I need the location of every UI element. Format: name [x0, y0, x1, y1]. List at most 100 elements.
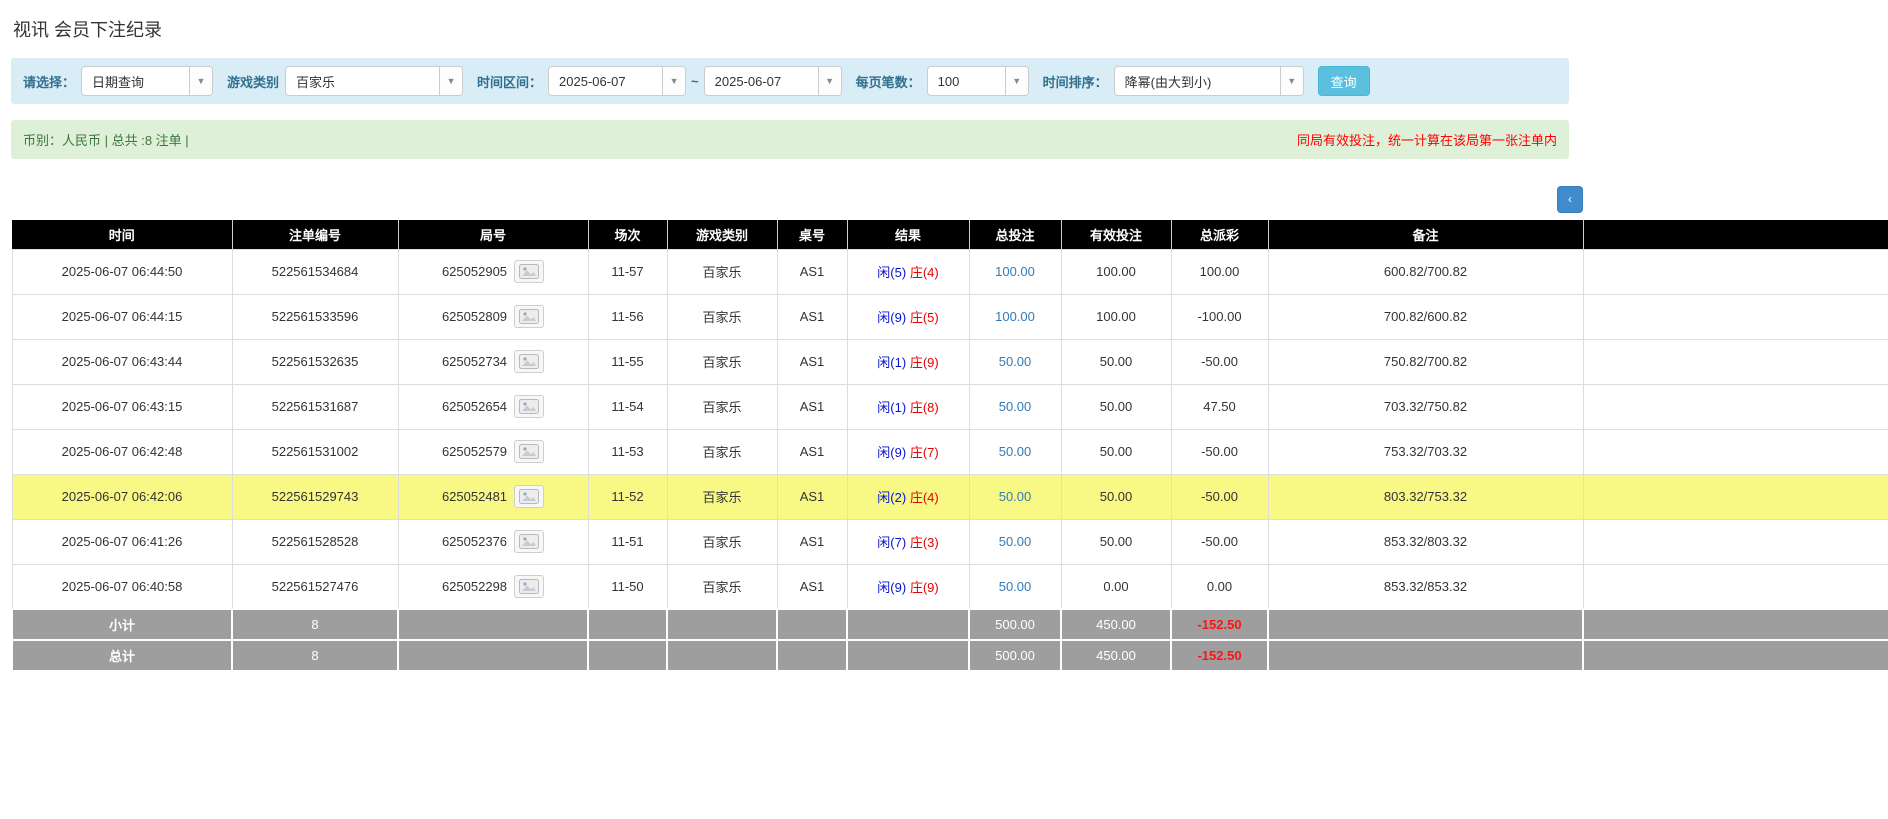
- sort-order-select[interactable]: 降幂(由大到小) ▼: [1114, 66, 1304, 96]
- round-wrap: 625052298: [442, 575, 544, 598]
- total-bet-link[interactable]: 50.00: [999, 399, 1032, 414]
- total-bet-link[interactable]: 50.00: [999, 444, 1032, 459]
- cell-valid-bet: 0.00: [1061, 564, 1171, 609]
- cell-time: 2025-06-07 06:43:15: [12, 384, 232, 429]
- subtotal-label: 小计: [12, 609, 232, 640]
- grand-total-empty: [667, 640, 777, 671]
- subtotal-empty: [667, 609, 777, 640]
- cell-note: 700.82/600.82: [1268, 294, 1583, 339]
- game-type-select[interactable]: 百家乐 ▼: [285, 66, 463, 96]
- round-detail-icon[interactable]: [514, 305, 544, 328]
- header-session: 场次: [588, 220, 667, 249]
- cell-game-type: 百家乐: [667, 564, 777, 609]
- cell-result: 闲(1) 庄(8): [847, 384, 969, 429]
- cell-bet-id: 522561532635: [232, 339, 398, 384]
- total-bet-link[interactable]: 50.00: [999, 354, 1032, 369]
- grand-total-row: 总计 8 500.00 450.00 -152.50: [12, 640, 1888, 671]
- grand-total-empty: [1583, 640, 1888, 671]
- cell-result: 闲(9) 庄(7): [847, 429, 969, 474]
- round-detail-icon[interactable]: [514, 350, 544, 373]
- search-button[interactable]: 查询: [1318, 66, 1370, 96]
- cell-note: 853.32/803.32: [1268, 519, 1583, 564]
- content-top: 请选择： 日期查询 ▼ 游戏类别 百家乐 ▼ 时间区间： 2025-06-07 …: [11, 58, 1569, 159]
- query-type-select[interactable]: 日期查询 ▼: [81, 66, 213, 96]
- cell-filler: [1583, 249, 1888, 294]
- pagination-prev-button[interactable]: ‹: [1557, 186, 1583, 213]
- cell-session: 11-51: [588, 519, 667, 564]
- cell-time: 2025-06-07 06:43:44: [12, 339, 232, 384]
- round-number: 625052376: [442, 534, 507, 549]
- round-detail-icon[interactable]: [514, 440, 544, 463]
- total-bet-link[interactable]: 100.00: [995, 264, 1035, 279]
- chevron-down-icon[interactable]: ▼: [439, 67, 462, 95]
- cell-note: 803.32/753.32: [1268, 474, 1583, 519]
- table-row: 2025-06-07 06:41:26522561528528625052376…: [12, 519, 1888, 564]
- cell-game-type: 百家乐: [667, 384, 777, 429]
- round-wrap: 625052579: [442, 440, 544, 463]
- cell-result: 闲(1) 庄(9): [847, 339, 969, 384]
- round-detail-icon[interactable]: [514, 485, 544, 508]
- header-valid-bet: 有效投注: [1061, 220, 1171, 249]
- game-type-label: 游戏类别: [227, 72, 279, 91]
- round-detail-icon[interactable]: [514, 395, 544, 418]
- cell-session: 11-52: [588, 474, 667, 519]
- result-banker: 庄(3): [910, 535, 939, 550]
- grand-total-empty: [847, 640, 969, 671]
- result-banker: 庄(5): [910, 310, 939, 325]
- result-banker: 庄(7): [910, 445, 939, 460]
- round-number: 625052654: [442, 399, 507, 414]
- cell-round-id: 625052298: [398, 564, 588, 609]
- cell-note: 703.32/750.82: [1268, 384, 1583, 429]
- result-player: 闲(1): [877, 400, 906, 415]
- total-bet-link[interactable]: 50.00: [999, 489, 1032, 504]
- cell-valid-bet: 50.00: [1061, 519, 1171, 564]
- chevron-down-icon[interactable]: ▼: [189, 67, 212, 95]
- chevron-down-icon[interactable]: ▼: [818, 67, 841, 95]
- grand-total-empty: [588, 640, 667, 671]
- cell-round-id: 625052376: [398, 519, 588, 564]
- chevron-down-icon[interactable]: ▼: [1280, 67, 1303, 95]
- cell-valid-bet: 100.00: [1061, 294, 1171, 339]
- round-detail-icon[interactable]: [514, 260, 544, 283]
- grand-total-count: 8: [232, 640, 398, 671]
- total-bet-link[interactable]: 50.00: [999, 534, 1032, 549]
- date-to-select[interactable]: 2025-06-07 ▼: [704, 66, 842, 96]
- subtotal-payout: -152.50: [1171, 609, 1268, 640]
- total-bet-link[interactable]: 100.00: [995, 309, 1035, 324]
- date-from-select[interactable]: 2025-06-07 ▼: [548, 66, 686, 96]
- total-bet-link[interactable]: 50.00: [999, 579, 1032, 594]
- cell-result: 闲(5) 庄(4): [847, 249, 969, 294]
- summary-notice: 同局有效投注，统一计算在该局第一张注单内: [1297, 130, 1557, 149]
- cell-bet-id: 522561527476: [232, 564, 398, 609]
- page-size-select[interactable]: 100 ▼: [927, 66, 1029, 96]
- header-game-type: 游戏类别: [667, 220, 777, 249]
- round-number: 625052298: [442, 579, 507, 594]
- chevron-down-icon[interactable]: ▼: [662, 67, 685, 95]
- result-banker: 庄(8): [910, 400, 939, 415]
- cell-session: 11-53: [588, 429, 667, 474]
- round-wrap: 625052905: [442, 260, 544, 283]
- header-time: 时间: [12, 220, 232, 249]
- round-detail-icon[interactable]: [514, 575, 544, 598]
- cell-time: 2025-06-07 06:42:48: [12, 429, 232, 474]
- page: 视讯 会员下注纪录 请选择： 日期查询 ▼ 游戏类别 百家乐 ▼ 时间区间： 2…: [0, 0, 1888, 712]
- date-to-value: 2025-06-07: [705, 67, 818, 95]
- page-size-value: 100: [928, 67, 1005, 95]
- subtotal-empty: [1583, 609, 1888, 640]
- cell-game-type: 百家乐: [667, 429, 777, 474]
- table-area: ‹ 时间 注单编号 局号 场次 游戏类别 桌号 结果 总投注 有效投注: [11, 220, 1888, 672]
- result-player: 闲(1): [877, 355, 906, 370]
- cell-total-bet: 100.00: [969, 294, 1061, 339]
- chevron-down-icon[interactable]: ▼: [1005, 67, 1028, 95]
- date-range-label: 时间区间：: [477, 72, 542, 91]
- cell-game-type: 百家乐: [667, 339, 777, 384]
- cell-result: 闲(2) 庄(4): [847, 474, 969, 519]
- cell-game-type: 百家乐: [667, 294, 777, 339]
- round-wrap: 625052654: [442, 395, 544, 418]
- result-banker: 庄(9): [910, 355, 939, 370]
- round-detail-icon[interactable]: [514, 530, 544, 553]
- cell-note: 750.82/700.82: [1268, 339, 1583, 384]
- grand-total-empty: [777, 640, 847, 671]
- cell-session: 11-57: [588, 249, 667, 294]
- cell-note: 853.32/853.32: [1268, 564, 1583, 609]
